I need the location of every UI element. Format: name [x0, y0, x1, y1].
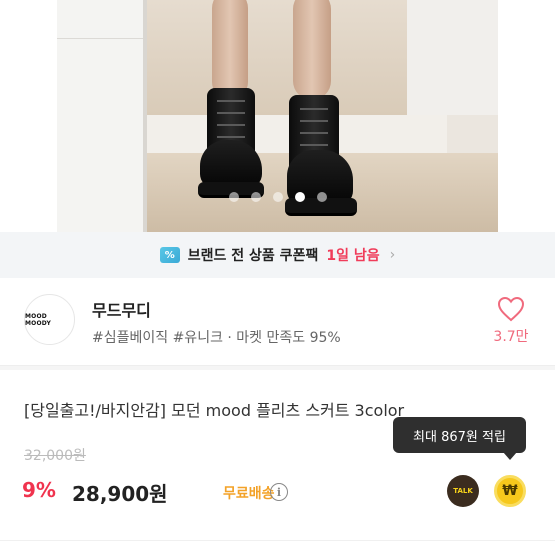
heart-icon[interactable] — [497, 296, 525, 322]
points-tooltip: 최대 867원 적립 — [393, 417, 526, 453]
shop-logo[interactable]: MOOD MOODY — [24, 294, 75, 345]
original-price: 32,000원 — [24, 448, 86, 464]
free-shipping-label: 무료배송 — [223, 486, 275, 502]
coupon-remaining: 1일 남음 — [326, 248, 380, 264]
won-icon: ₩ — [502, 483, 518, 499]
info-icon[interactable]: i — [270, 483, 288, 501]
carousel-dot[interactable] — [272, 192, 283, 202]
sale-price: 28,900원 — [72, 482, 168, 506]
tooltip-arrow — [503, 452, 517, 460]
coupon-banner[interactable]: % 브랜드 전 상품 쿠폰팩 1일 남음 › — [0, 232, 555, 278]
talk-icon: TALK — [453, 487, 473, 495]
talk-button[interactable]: TALK — [447, 475, 479, 507]
like-count: 3.7만 — [493, 329, 529, 345]
carousel-dot[interactable] — [250, 192, 261, 202]
shop-tags: #심플베이직 #유니크 · 마켓 만족도 95% — [92, 330, 341, 346]
shop-name[interactable]: 무드무디 — [92, 297, 151, 321]
carousel-indicator — [0, 192, 555, 202]
coupon-icon: % — [159, 247, 180, 263]
chevron-right-icon: › — [389, 247, 396, 263]
bottom-divider — [0, 540, 555, 555]
product-title: [당일출고!/바지안감] 모던 mood 플리츠 스커트 3color — [24, 401, 405, 420]
carousel-dot[interactable] — [228, 192, 239, 202]
coupon-banner-text: 브랜드 전 상품 쿠폰팩 — [187, 248, 319, 264]
carousel-dot-active[interactable] — [294, 192, 305, 202]
shop-info[interactable]: MOOD MOODY 무드무디 #심플베이직 #유니크 · 마켓 만족도 95%… — [0, 278, 555, 366]
section-divider — [0, 366, 555, 370]
product-image-carousel[interactable] — [0, 0, 555, 232]
carousel-dot[interactable] — [316, 192, 327, 202]
discount-rate: 9% — [22, 478, 56, 502]
point-button[interactable]: ₩ — [494, 475, 526, 507]
